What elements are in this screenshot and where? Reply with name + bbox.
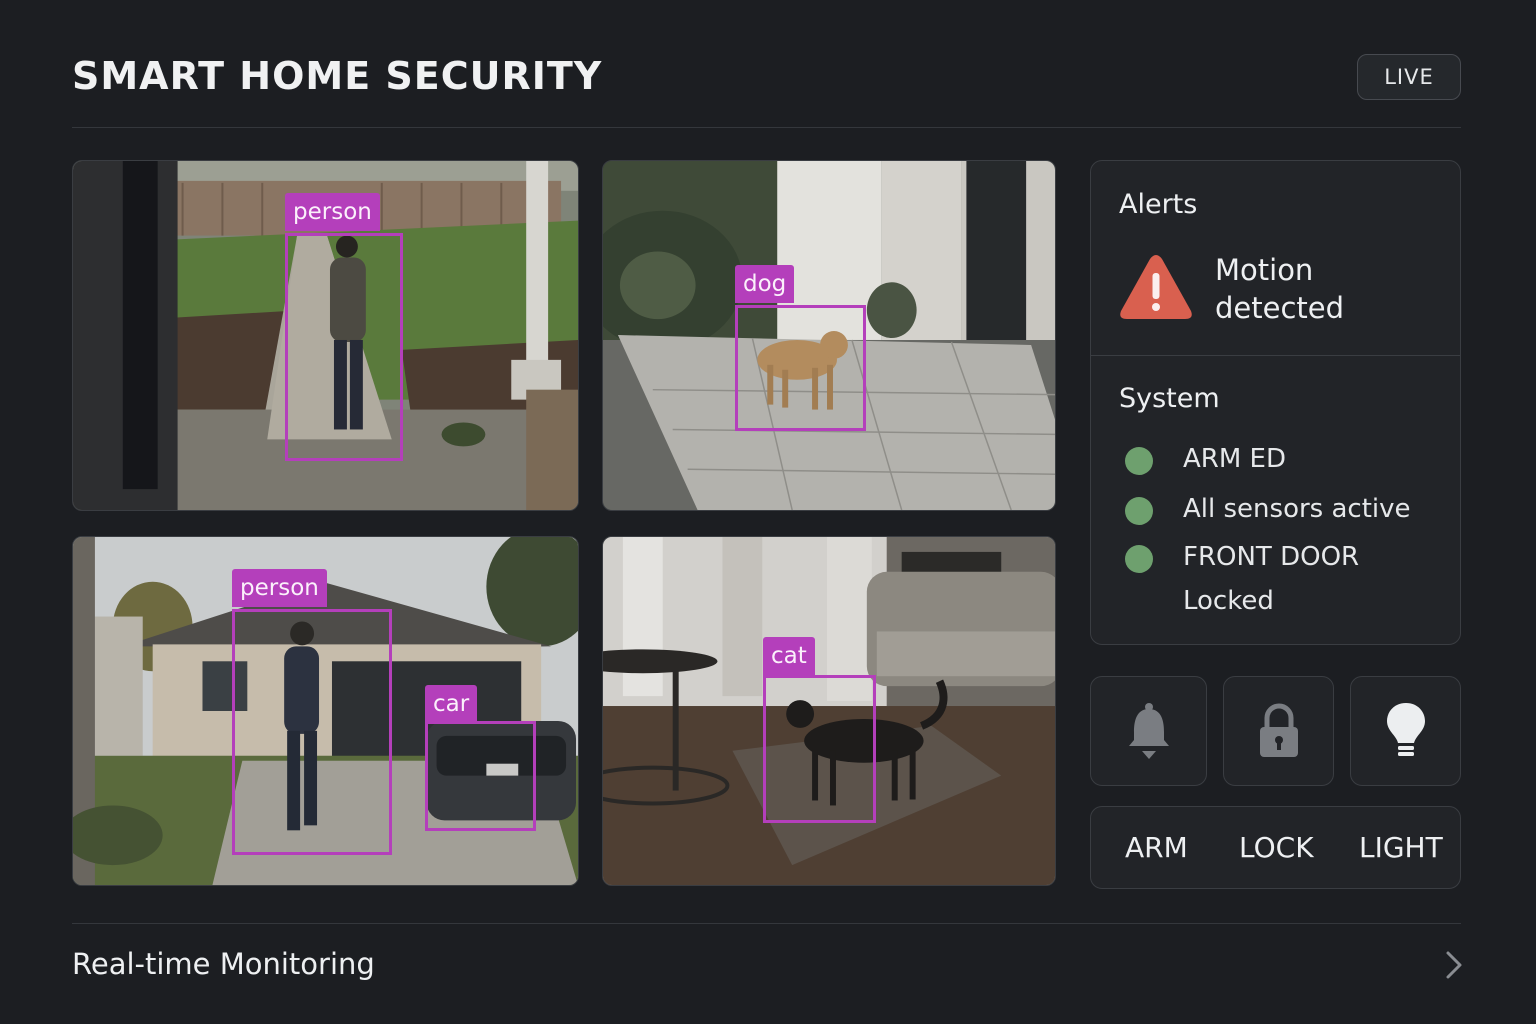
- lock-button[interactable]: [1223, 676, 1334, 786]
- padlock-icon: [1259, 703, 1298, 757]
- detection-label-cat: cat: [763, 637, 815, 675]
- security-dashboard: SMART HOME SECURITY LIVE person dog pers…: [0, 0, 1536, 1024]
- page-title: SMART HOME SECURITY: [72, 54, 603, 98]
- detection-label-dog: dog: [735, 265, 795, 303]
- camera-feed-driveway[interactable]: person car: [72, 536, 579, 886]
- status-dot: [1125, 447, 1153, 475]
- detection-box: [232, 609, 392, 855]
- detection-box: [285, 233, 403, 461]
- status-dot: [1125, 497, 1153, 525]
- bell-icon: [1128, 703, 1169, 759]
- detection-label-person: person: [285, 193, 380, 231]
- detection-box: [763, 675, 876, 823]
- camera-feed-walkway[interactable]: person: [72, 160, 579, 511]
- bell-button[interactable]: [1090, 676, 1207, 786]
- status-panel: Alerts Motion detected System ARM ED All…: [1090, 160, 1461, 645]
- status-row-armed: ARM ED: [1125, 444, 1286, 475]
- status-label: All sensors active: [1183, 494, 1411, 524]
- footer-label: Real-time Monitoring: [72, 947, 375, 981]
- camera-feed-living-room[interactable]: cat: [602, 536, 1056, 886]
- footer-divider: [72, 923, 1461, 924]
- system-title: System: [1119, 383, 1220, 414]
- lock-action-button[interactable]: LOCK: [1239, 807, 1314, 888]
- header-divider: [72, 127, 1461, 128]
- warning-triangle-icon: [1120, 255, 1192, 319]
- lightbulb-icon: [1386, 703, 1425, 756]
- alert-message: Motion detected: [1215, 253, 1345, 325]
- arm-button[interactable]: ARM: [1125, 807, 1188, 888]
- light-button[interactable]: [1350, 676, 1461, 786]
- detection-box: [735, 305, 866, 431]
- action-bar: ARM LOCK LIGHT: [1090, 806, 1461, 889]
- status-row-sensors: All sensors active: [1125, 494, 1411, 525]
- camera-feed-patio[interactable]: dog: [602, 160, 1056, 511]
- status-dot: [1125, 545, 1153, 573]
- status-row-front-door: FRONT DOOR: [1125, 542, 1359, 573]
- chevron-right-icon[interactable]: [1440, 950, 1468, 980]
- status-label: FRONT DOOR: [1183, 542, 1360, 572]
- panel-divider: [1091, 355, 1460, 356]
- light-action-button[interactable]: LIGHT: [1359, 807, 1443, 888]
- detection-label-person: person: [232, 569, 327, 607]
- front-door-state: Locked: [1183, 586, 1274, 616]
- detection-label-car: car: [425, 685, 478, 723]
- detection-box: [425, 721, 536, 831]
- live-badge[interactable]: LIVE: [1357, 54, 1461, 100]
- status-label: ARM ED: [1183, 444, 1286, 474]
- alerts-title: Alerts: [1119, 189, 1198, 220]
